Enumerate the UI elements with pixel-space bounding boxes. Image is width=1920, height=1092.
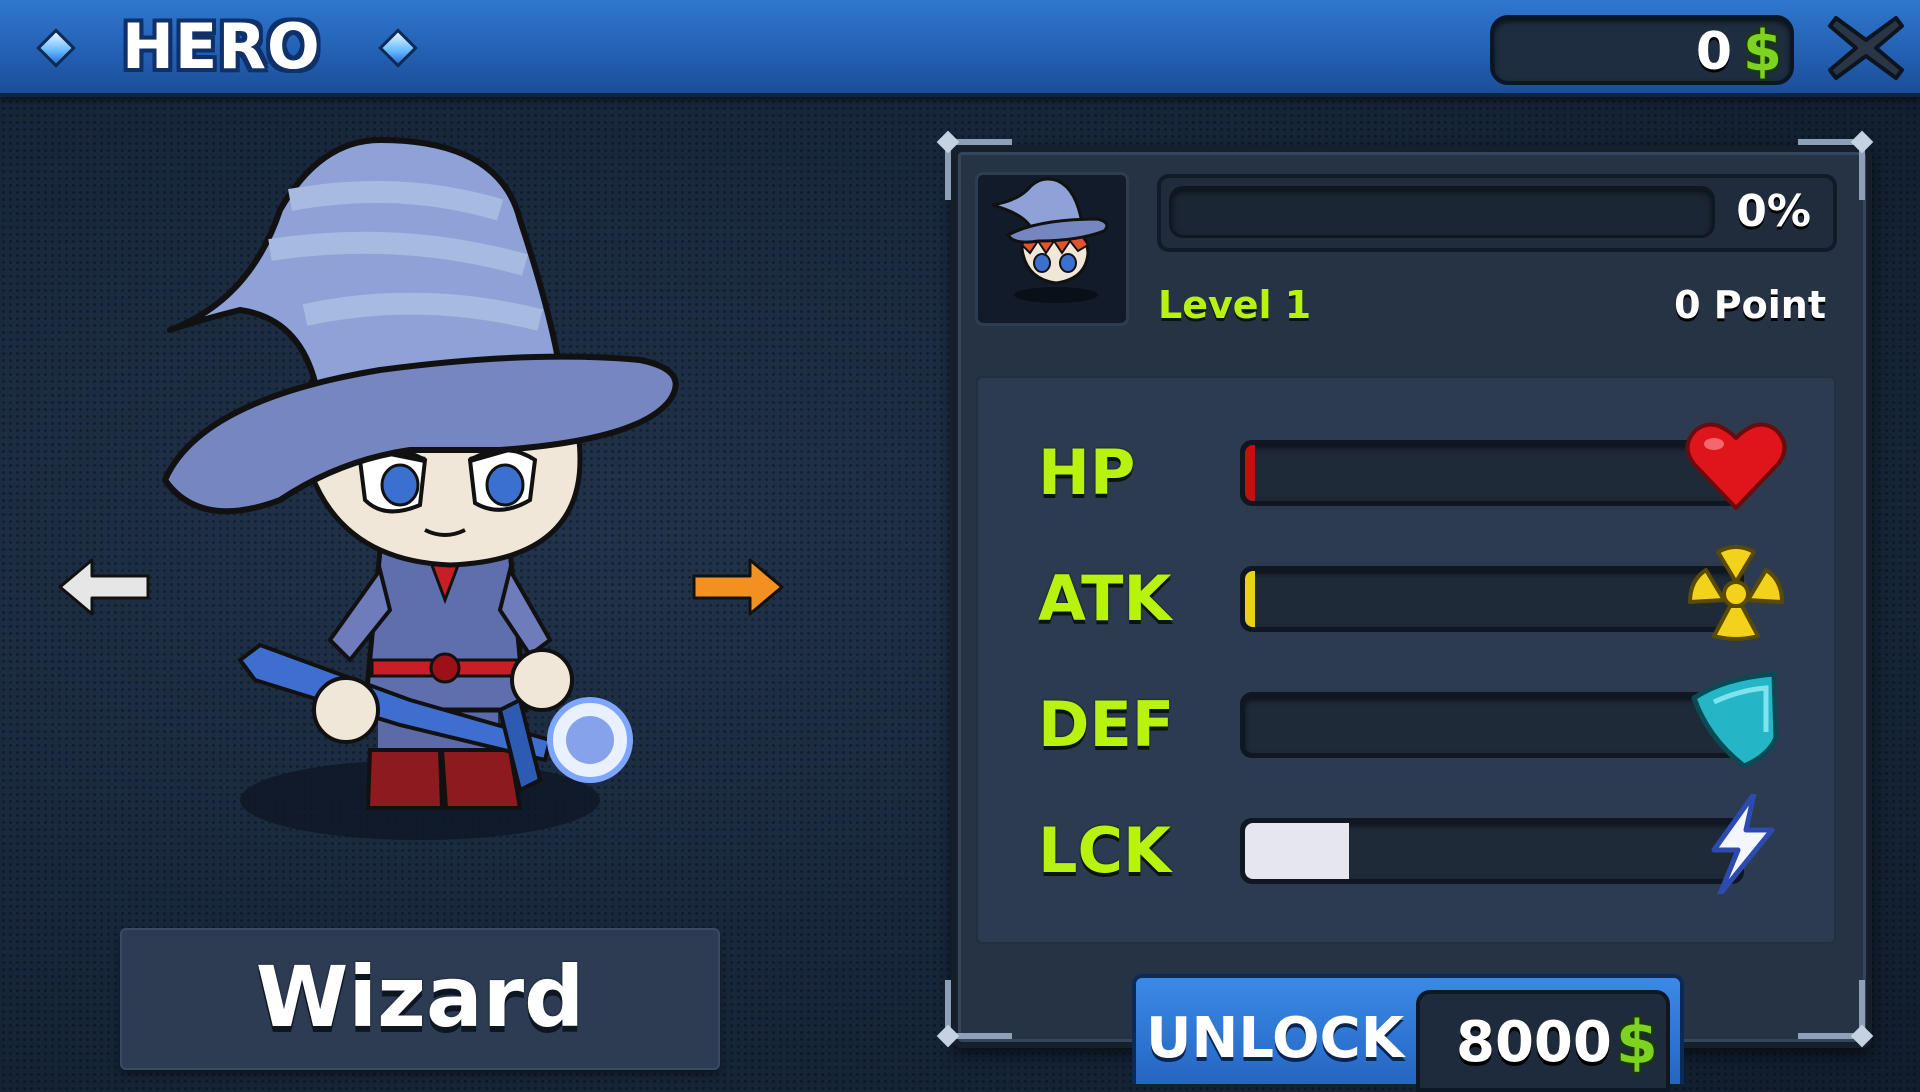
stat-row-lck: LCK <box>1038 794 1828 894</box>
arrow-left-icon <box>58 558 150 616</box>
coin-amount: 0 <box>1695 22 1732 82</box>
radiation-icon <box>1688 545 1784 641</box>
level-label: Level 1 <box>1158 283 1312 327</box>
unlock-label: UNLOCK <box>1146 1006 1405 1071</box>
stat-bar-fill-lck <box>1245 823 1349 879</box>
stat-bar-hp <box>1240 440 1744 506</box>
stat-row-hp: HP <box>1038 422 1828 512</box>
dollar-icon: $ <box>1616 1008 1658 1078</box>
corner-ornament-bottom-right <box>1798 980 1874 1048</box>
wizard-portrait-icon <box>991 177 1109 303</box>
lightning-icon <box>1711 794 1775 894</box>
arrow-right-icon <box>692 558 784 616</box>
stat-label-def: DEF <box>1038 688 1175 761</box>
hero-character-art <box>80 100 800 870</box>
hero-name-plate: Wizard <box>120 928 720 1070</box>
unlock-price: 8000 $ <box>1416 990 1670 1092</box>
screen-title: HERO <box>122 10 321 83</box>
stat-row-def: DEF <box>1038 671 1828 768</box>
stat-label-atk: ATK <box>1038 562 1172 635</box>
stat-bar-def <box>1240 692 1744 758</box>
shield-icon <box>1691 671 1779 768</box>
stat-bar-lck <box>1240 818 1744 884</box>
diamond-icon-left <box>36 28 76 68</box>
experience-bar-track <box>1169 186 1715 238</box>
stat-bar-fill-atk <box>1245 571 1255 627</box>
stat-bar-atk <box>1240 566 1744 632</box>
unlock-price-value: 8000 <box>1456 1010 1612 1075</box>
top-bar: HERO 0 $ <box>0 0 1920 97</box>
experience-bar: 0% <box>1157 174 1837 252</box>
heart-icon <box>1685 422 1787 510</box>
diamond-icon-right <box>378 28 418 68</box>
hero-name: Wizard <box>255 948 585 1046</box>
wizard-character-icon <box>162 137 679 840</box>
hero-portrait <box>975 172 1129 326</box>
stat-bar-fill-hp <box>1245 445 1255 501</box>
close-button[interactable] <box>1826 10 1906 86</box>
points-label: 0 Point <box>1674 283 1826 327</box>
prev-hero-button[interactable] <box>56 556 152 622</box>
experience-percent: 0% <box>1736 186 1811 237</box>
unlock-button[interactable]: UNLOCK 8000 $ <box>1132 974 1684 1092</box>
stat-label-lck: LCK <box>1038 814 1172 887</box>
dollar-icon: $ <box>1743 19 1782 84</box>
close-x-icon <box>1828 16 1904 80</box>
next-hero-button[interactable] <box>690 556 786 622</box>
corner-ornament-bottom-left <box>936 980 1012 1048</box>
coin-balance: 0 $ <box>1490 15 1794 85</box>
stat-row-atk: ATK <box>1038 545 1828 641</box>
stat-label-hp: HP <box>1038 436 1136 509</box>
